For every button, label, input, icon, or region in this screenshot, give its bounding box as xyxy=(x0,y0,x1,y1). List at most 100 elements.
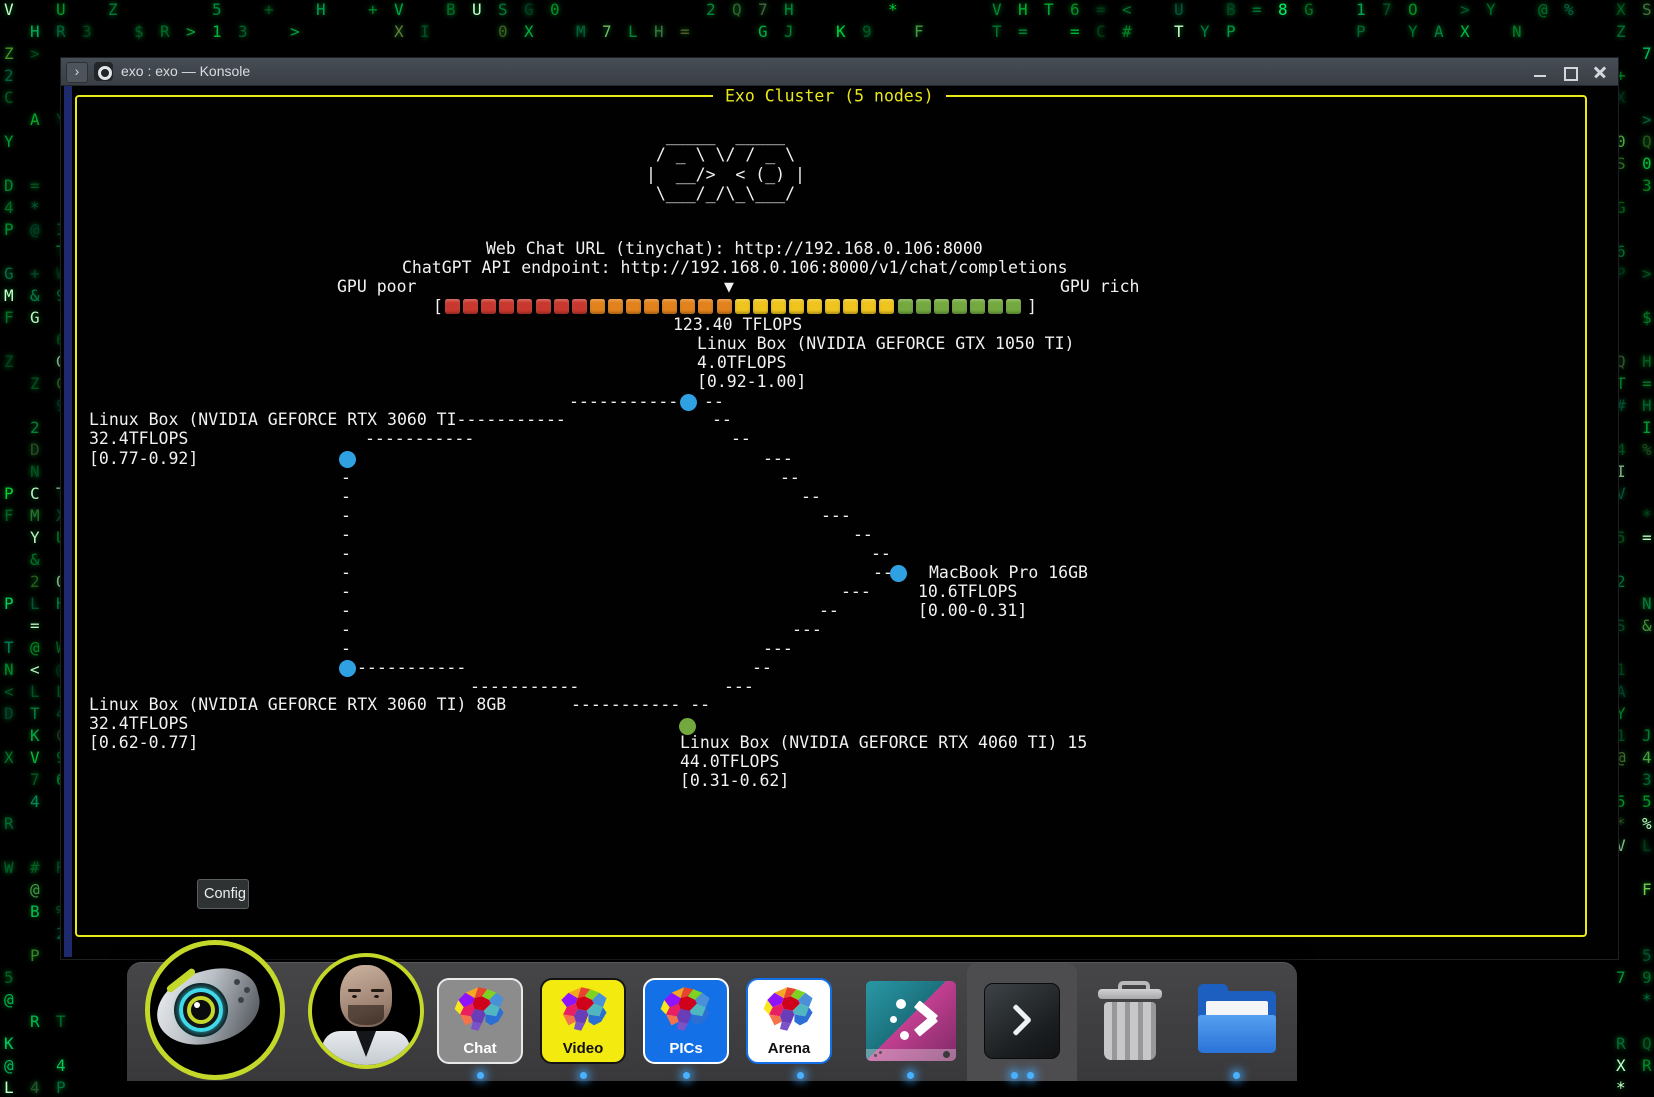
icon-shape xyxy=(896,999,906,1009)
ascii-logo-line: / _ \ \/ / _ \ xyxy=(646,145,795,165)
node-gtx1050-tflops: 4.0TFLOPS xyxy=(697,353,786,373)
tab-list-button[interactable]: › xyxy=(66,62,88,83)
api-endpoint: ChatGPT API endpoint: http://192.168.0.1… xyxy=(402,258,1068,278)
topology-dash: -- xyxy=(704,392,724,412)
topology-dash: ----------- xyxy=(569,392,678,412)
konsole-icon xyxy=(94,62,113,81)
icon-shape xyxy=(244,987,250,993)
topology-dash: -- xyxy=(752,658,772,678)
topology-dash: -- xyxy=(731,429,751,449)
dock-chat-tile[interactable]: Chat xyxy=(437,978,523,1064)
topology-dash: --- xyxy=(821,506,851,526)
brain-logo-icon xyxy=(760,985,818,1033)
gpu-meter-segment xyxy=(662,299,677,314)
node-rtx4060-label: Linux Box (NVIDIA GEFORCE RTX 4060 TI) 1… xyxy=(680,733,1087,753)
topology-dash: - xyxy=(341,601,351,621)
gpu-meter-segment xyxy=(825,299,840,314)
kde-app-icon[interactable] xyxy=(866,981,956,1061)
dock-pics-tile[interactable]: PICs xyxy=(643,978,729,1064)
robot-avatar[interactable] xyxy=(145,940,285,1080)
ascii-logo-line: \___/_/\_\___/ xyxy=(646,184,795,204)
maximize-button[interactable] xyxy=(1560,62,1580,82)
dock: Chat Video PICs Arena xyxy=(127,962,1297,1081)
node-macbook-range: [0.00-0.31] xyxy=(918,601,1027,621)
node-macbook-label: MacBook Pro 16GB xyxy=(929,563,1088,583)
topology-dash: -- xyxy=(853,525,873,545)
icon-shape xyxy=(879,1051,882,1054)
dock-video-tile[interactable]: Video xyxy=(540,978,626,1064)
konsole-window: › exo : exo — Konsole Exo Cluster (5 nod… xyxy=(60,57,1619,960)
node-rtx3060b-dot xyxy=(339,660,356,677)
minimize-button[interactable] xyxy=(1530,62,1550,82)
terminal-area: Exo Cluster (5 nodes) _____ _____ / _ \ … xyxy=(63,86,1616,957)
scrollbar[interactable] xyxy=(64,86,72,957)
dock-arena-tile[interactable]: Arena xyxy=(746,978,832,1064)
topology-dash: -- xyxy=(819,601,839,621)
gpu-meter-segment xyxy=(717,299,732,314)
man-avatar[interactable] xyxy=(308,953,424,1069)
dock-tile-label: Video xyxy=(542,1040,624,1057)
topology-dash: -- xyxy=(871,544,891,564)
topology-dash: - xyxy=(341,563,351,583)
config-button[interactable]: Config xyxy=(197,879,249,909)
icon-shape xyxy=(890,1016,897,1023)
node-rtx3060a-label: Linux Box (NVIDIA GEFORCE RTX 3060 TI---… xyxy=(89,410,566,430)
brain-logo-icon xyxy=(451,985,509,1033)
gpu-meter-segment xyxy=(680,299,695,314)
gpu-meter-segment xyxy=(536,299,551,314)
gpu-meter-segment xyxy=(1006,299,1021,314)
gpu-rich-label: GPU rich xyxy=(1060,277,1139,297)
terminal-app-icon[interactable] xyxy=(984,983,1060,1059)
node-rtx3060a-dot xyxy=(339,451,356,468)
node-rtx3060b-range: [0.62-0.77] xyxy=(89,733,198,753)
node-rtx3060b-label: Linux Box (NVIDIA GEFORCE RTX 3060 TI) 8… xyxy=(89,695,506,715)
topology-dash: --- xyxy=(841,582,871,602)
running-indicator-dot xyxy=(1233,1072,1240,1079)
gpu-meter-segment xyxy=(771,299,786,314)
icon-shape xyxy=(371,989,384,992)
topology-dash: ----------- -- xyxy=(571,695,710,715)
gpu-meter-segment xyxy=(753,299,768,314)
icon-shape xyxy=(1012,1017,1031,1036)
running-indicator-dot xyxy=(477,1072,484,1079)
gpu-meter-segment xyxy=(644,299,659,314)
running-indicator-dot xyxy=(907,1072,914,1079)
topology-dash: --- xyxy=(763,449,793,469)
gpu-meter-bracket: [ xyxy=(433,297,443,317)
maximize-icon xyxy=(1564,67,1578,81)
icon-shape xyxy=(187,996,215,1024)
gpu-meter-segment xyxy=(861,299,876,314)
icon-shape xyxy=(348,989,361,992)
topology-dash: --- xyxy=(792,620,822,640)
running-indicator-dot xyxy=(683,1072,690,1079)
ascii-logo-line: _____ _____ xyxy=(646,126,785,146)
titlebar[interactable]: › exo : exo — Konsole xyxy=(61,58,1618,86)
topology-dash: -- xyxy=(712,410,732,430)
gpu-meter-segment xyxy=(843,299,858,314)
icon-shape xyxy=(374,995,379,998)
topology-dash: - xyxy=(341,639,351,659)
gpu-meter-segment xyxy=(789,299,804,314)
topology-dash: - xyxy=(341,620,351,640)
gpu-meter-segment xyxy=(970,299,985,314)
minimize-icon xyxy=(1534,75,1546,77)
gpu-meter-bracket: ] xyxy=(1027,297,1037,317)
node-gtx1050-dot xyxy=(680,394,697,411)
close-button[interactable] xyxy=(1590,62,1610,82)
folder-icon[interactable] xyxy=(1196,983,1278,1057)
gpu-meter-segment xyxy=(898,299,913,314)
topology-dash: - xyxy=(341,468,351,488)
gpu-meter-segment xyxy=(626,299,641,314)
topology-dash: ----------- xyxy=(470,677,579,697)
gpu-meter-segment xyxy=(934,299,949,314)
running-indicator-dot xyxy=(580,1072,587,1079)
gpu-meter-segment xyxy=(879,299,894,314)
gpu-meter-segment xyxy=(608,299,623,314)
node-macbook-tflops: 10.6TFLOPS xyxy=(918,582,1017,602)
node-rtx4060-dot xyxy=(679,718,696,735)
gpu-meter-segment xyxy=(952,299,967,314)
brain-logo-icon xyxy=(657,985,715,1033)
topology-dash: -- xyxy=(801,487,821,507)
trash-icon[interactable] xyxy=(1094,981,1166,1063)
node-rtx3060b-tflops: 32.4TFLOPS xyxy=(89,714,188,734)
